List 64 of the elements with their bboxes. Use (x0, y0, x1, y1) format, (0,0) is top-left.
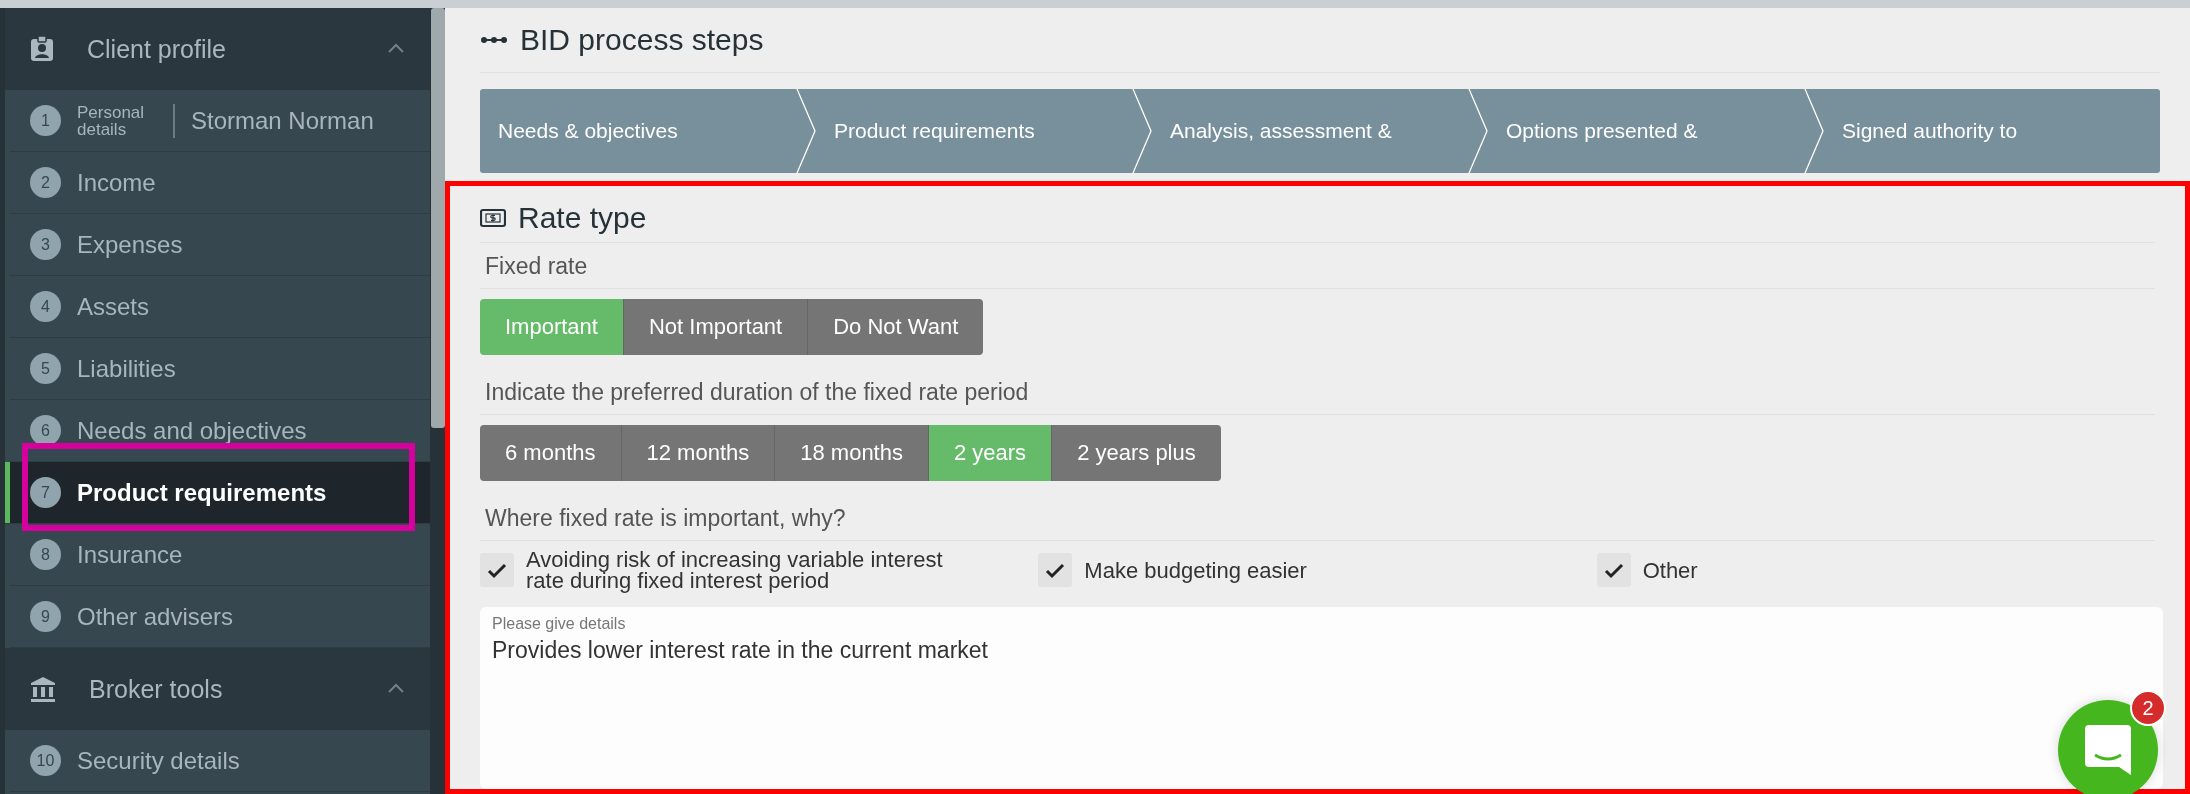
checkbox[interactable] (1596, 553, 1631, 587)
section-title: BID process steps (520, 23, 764, 57)
process-step[interactable]: Product requirements (834, 119, 1035, 143)
option-button[interactable]: 18 months (775, 425, 929, 481)
sidebar-item[interactable]: 8 Insurance (10, 524, 430, 586)
question-label: Where fixed rate is important, why? (480, 495, 2155, 541)
field-label: Please give details (492, 615, 627, 633)
sidebar-item[interactable]: 7 Product requirements (5, 462, 430, 524)
checkbox-label: Other (1642, 559, 1698, 581)
option-button[interactable]: 6 months (480, 425, 622, 481)
process-step[interactable]: Needs & objectives (498, 119, 678, 143)
item-label: Assets (77, 292, 150, 321)
option-button[interactable]: 2 years plus (1052, 425, 1221, 481)
option-button[interactable]: Do Not Want (808, 299, 984, 355)
item-label: Insurance (77, 540, 183, 569)
step-number: 5 (30, 353, 61, 384)
step-number: 9 (30, 601, 61, 632)
section-header[interactable]: Client profile (5, 8, 430, 90)
sidebar-item[interactable]: 5 Liabilities (10, 338, 430, 400)
step-number: 8 (30, 539, 61, 570)
section-title: Rate type (518, 201, 647, 235)
item-label: Expenses (77, 230, 183, 259)
sidebar-item[interactable]: 3 Expenses (10, 214, 430, 276)
item-label: Personal details (77, 103, 175, 138)
sidebar-item[interactable]: 4 Assets (10, 276, 430, 338)
sidebar-item[interactable]: 10 Security details (10, 730, 430, 792)
option-button[interactable]: 2 years (928, 425, 1053, 481)
item-label: Security details (77, 746, 240, 775)
option-button[interactable]: Important (480, 299, 624, 355)
section-title: Client profile (87, 34, 227, 64)
cash-icon (480, 207, 506, 229)
item-label: Liabilities (77, 354, 176, 383)
checkbox-label: Make budgeting easier (1084, 559, 1307, 581)
question-label: Fixed rate (480, 243, 2155, 289)
checkbox[interactable] (480, 553, 514, 587)
checkbox-label: Avoiding risk of increasing variable interest rate during fixed interest period (526, 549, 944, 591)
bank-icon (29, 675, 57, 703)
sidebar-item[interactable]: 1 Personal details Storman Norman (10, 90, 430, 152)
process-step[interactable]: Signed authority to (1842, 119, 2018, 143)
step-number: 2 (30, 167, 61, 198)
scrollbar-thumb[interactable] (431, 8, 445, 428)
field-value: Provides lower interest rate in the current market (492, 637, 989, 664)
process-step[interactable]: Analysis, assessment & (1170, 119, 1392, 143)
chat-icon (2083, 723, 2133, 777)
checkbox[interactable] (1038, 553, 1073, 587)
item-label: Other advisers (77, 602, 234, 631)
dots-icon (480, 35, 508, 45)
section-title: Broker tools (89, 674, 224, 704)
option-button[interactable]: Not Important (623, 299, 809, 355)
step-number: 7 (30, 477, 61, 508)
option-button[interactable]: 12 months (621, 425, 776, 481)
item-label: Needs and objectives (77, 416, 307, 445)
step-number: 1 (30, 105, 61, 136)
item-label: Income (77, 168, 156, 197)
section-header[interactable]: Broker tools (5, 648, 430, 730)
id-badge-icon (29, 35, 55, 63)
step-number: 3 (30, 229, 61, 260)
item-label: Product requirements (77, 478, 327, 507)
process-step[interactable]: Options presented & (1506, 119, 1698, 143)
sidebar-item[interactable]: 2 Income (10, 152, 430, 214)
question-label: Indicate the preferred duration of the fixed rate period (480, 369, 2155, 415)
client-name: Storman Norman (191, 106, 374, 135)
step-number: 4 (30, 291, 61, 322)
step-number: 10 (30, 745, 61, 776)
